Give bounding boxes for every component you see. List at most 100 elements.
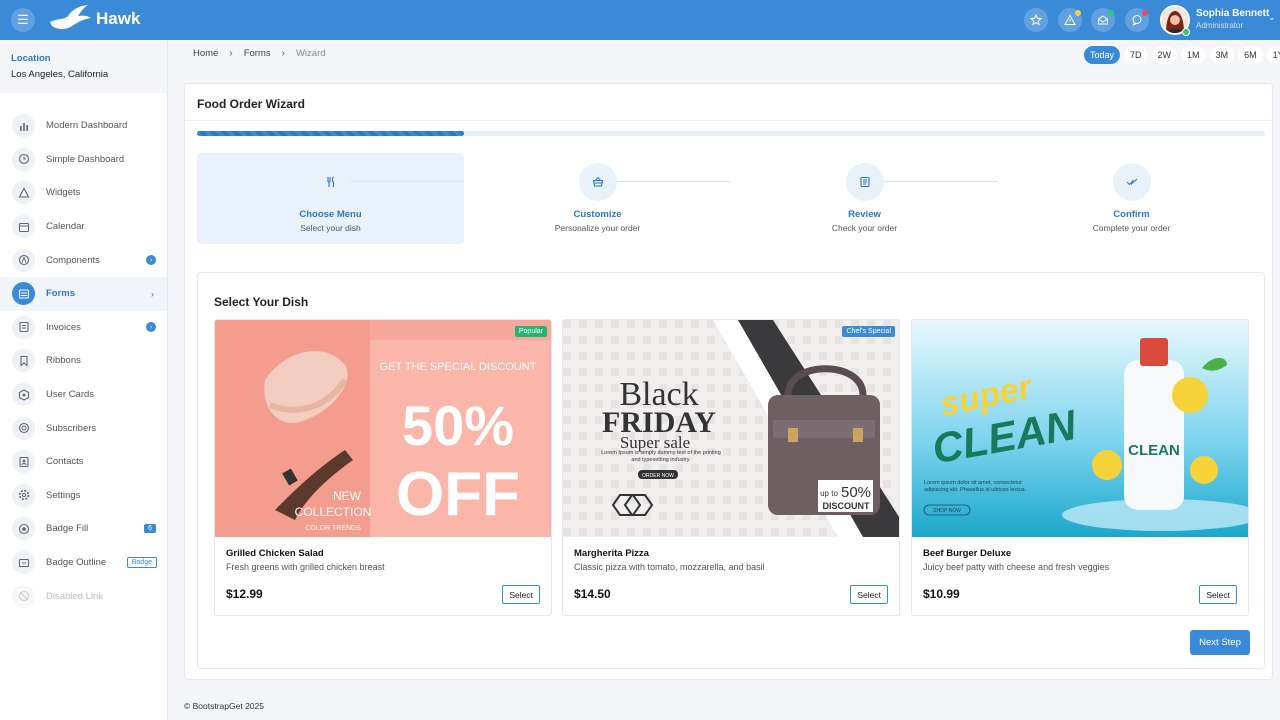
step-subtitle: Select your dish xyxy=(300,223,361,233)
top-bar: ☰ Hawk Sophia Bennett Administrator ⌄ xyxy=(0,0,1280,40)
promo-disc: DISCOUNT xyxy=(823,501,871,511)
sidebar-item-label: Widgets xyxy=(46,187,81,199)
range-1m[interactable]: 1M xyxy=(1181,46,1206,64)
count-badge: 6 xyxy=(144,524,156,534)
dish-description: Fresh greens with grilled chicken breast xyxy=(226,562,385,572)
hamburger-icon: ☰ xyxy=(17,12,29,27)
sidebar-item-label: Subscribers xyxy=(46,422,97,434)
contacts-icon xyxy=(12,450,35,474)
wizard-step-choose-menu[interactable]: Choose Menu Select your dish xyxy=(197,153,464,244)
select-button[interactable]: Select xyxy=(502,585,540,604)
step-title: Choose Menu xyxy=(299,209,362,220)
sidebar-item-calendar[interactable]: Calendar xyxy=(0,210,167,244)
promo-pct: 50% xyxy=(841,484,871,501)
breadcrumb-current: Wizard xyxy=(295,48,326,59)
dish-description: Classic pizza with tomato, mozzarella, a… xyxy=(574,562,765,572)
sidebar-item-forms[interactable]: Forms › xyxy=(0,276,167,311)
promo-sub3: COLOR TRENDS xyxy=(305,525,361,532)
promo-big2: OFF xyxy=(396,460,520,529)
divider xyxy=(185,120,1272,121)
bar-chart-icon xyxy=(12,114,35,138)
dish-image: Black FRIDAY Super sale Lorem Ipsum is s… xyxy=(563,320,899,537)
step-title: Confirm xyxy=(1113,209,1150,220)
outline-badge: Badge xyxy=(126,557,157,569)
sidebar-item-components[interactable]: Components › xyxy=(0,243,167,277)
wizard-step-confirm[interactable]: Confirm Complete your order xyxy=(998,153,1265,244)
breadcrumb-home[interactable]: Home xyxy=(193,48,218,59)
inbox-button[interactable] xyxy=(1091,8,1115,32)
promo-bottle: CLEAN xyxy=(1128,442,1180,459)
range-7d[interactable]: 7D xyxy=(1124,46,1148,64)
disabled-icon xyxy=(12,584,35,608)
badge-icon xyxy=(12,517,35,541)
select-button[interactable]: Select xyxy=(850,585,888,604)
triangle-icon xyxy=(12,181,35,205)
sidebar-item-label: Simple Dashboard xyxy=(46,153,125,165)
dish-description: Juicy beef patty with cheese and fresh v… xyxy=(923,562,1110,572)
dish-price: $14.50 xyxy=(574,587,611,601)
dish-card[interactable]: Black FRIDAY Super sale Lorem Ipsum is s… xyxy=(562,319,900,616)
receipt-icon xyxy=(846,163,884,201)
chevron-right-icon: › xyxy=(281,48,285,59)
section-title: Select Your Dish xyxy=(214,295,309,309)
menu-toggle-button[interactable]: ☰ xyxy=(11,8,35,32)
alert-dot xyxy=(1075,10,1081,16)
online-status-dot xyxy=(1182,28,1190,36)
dish-card[interactable]: GET THE SPECIAL DISCOUNT 50% OFF NEW COL… xyxy=(214,319,552,616)
range-today[interactable]: Today xyxy=(1084,46,1121,64)
sidebar-item-label: Components xyxy=(46,254,100,266)
sidebar-item-badge-outline[interactable]: Badge Outline Badge xyxy=(0,546,167,580)
form-icon xyxy=(12,282,35,306)
step-subtitle: Personalize your order xyxy=(554,223,641,233)
sidebar-item-label: Forms xyxy=(46,288,76,300)
breadcrumb-forms[interactable]: Forms xyxy=(244,48,271,59)
bookmark-icon xyxy=(12,349,35,373)
range-3m[interactable]: 3M xyxy=(1209,46,1235,64)
sidebar-item-modern-dashboard[interactable]: Modern Dashboard xyxy=(0,109,167,143)
check-double-icon xyxy=(1113,163,1151,201)
app-name: Hawk xyxy=(96,9,141,28)
chevron-down-icon[interactable]: ⌄ xyxy=(1268,12,1276,23)
sidebar-item-label: Modern Dashboard xyxy=(46,120,128,132)
location-value: Los Angeles, California xyxy=(11,69,109,80)
step-connector xyxy=(350,181,464,182)
sidebar-item-simple-dashboard[interactable]: Simple Dashboard xyxy=(0,143,167,177)
step-connector xyxy=(884,181,998,182)
star-icon xyxy=(1030,14,1042,26)
sidebar-item-widgets[interactable]: Widgets xyxy=(0,176,167,210)
sidebar-item-invoices[interactable]: Invoices › xyxy=(0,311,167,345)
sidebar: Location Los Angeles, California Modern … xyxy=(0,40,168,720)
alerts-button[interactable] xyxy=(1058,8,1082,32)
component-icon xyxy=(12,248,35,272)
sidebar-item-subscribers[interactable]: Subscribers xyxy=(0,411,167,445)
select-button[interactable]: Select xyxy=(1199,585,1237,604)
sidebar-item-contacts[interactable]: Contacts xyxy=(0,445,167,479)
favorites-button[interactable] xyxy=(1024,8,1048,32)
chevron-right-icon: › xyxy=(146,255,156,266)
range-6m[interactable]: 6M xyxy=(1238,46,1263,64)
sidebar-item-label: Calendar xyxy=(46,221,85,233)
dish-selection-section: Select Your Dish GET THE SPECIAL DISCOUN… xyxy=(197,272,1265,669)
range-1y[interactable]: 1Y xyxy=(1266,46,1280,64)
wizard-step-customize[interactable]: Customize Personalize your order xyxy=(464,153,731,244)
wizard-panel: Food Order Wizard Choose Menu Select your… xyxy=(184,83,1273,680)
sidebar-nav: Modern Dashboard Simple Dashboard Widgets C… xyxy=(0,109,167,613)
app-logo[interactable]: Hawk xyxy=(48,4,140,34)
sidebar-item-settings[interactable]: Settings xyxy=(0,479,167,513)
promo-big1: 50% xyxy=(402,394,514,457)
sidebar-item-ribbons[interactable]: Ribbons xyxy=(0,344,167,378)
step-title: Review xyxy=(848,209,881,220)
location-box: Location Los Angeles, California xyxy=(0,40,167,93)
dish-card[interactable]: super CLEAN CLEAN Lorem ipsum dolor sit … xyxy=(911,319,1249,616)
sidebar-item-user-cards[interactable]: User Cards xyxy=(0,378,167,412)
wizard-step-review[interactable]: Review Check your order xyxy=(731,153,998,244)
promo-upto: up to xyxy=(820,489,838,498)
messages-button[interactable] xyxy=(1125,8,1149,32)
promo-cta: SHOP NOW xyxy=(933,508,961,514)
chevron-right-icon: › xyxy=(146,322,156,333)
dish-tag: Popular xyxy=(514,326,547,337)
sidebar-item-badge-fill[interactable]: Badge Fill 6 xyxy=(0,512,167,546)
range-2w[interactable]: 2W xyxy=(1151,46,1178,64)
dish-tag: Chef's Special xyxy=(842,326,895,337)
next-step-button[interactable]: Next Step xyxy=(1190,630,1250,655)
